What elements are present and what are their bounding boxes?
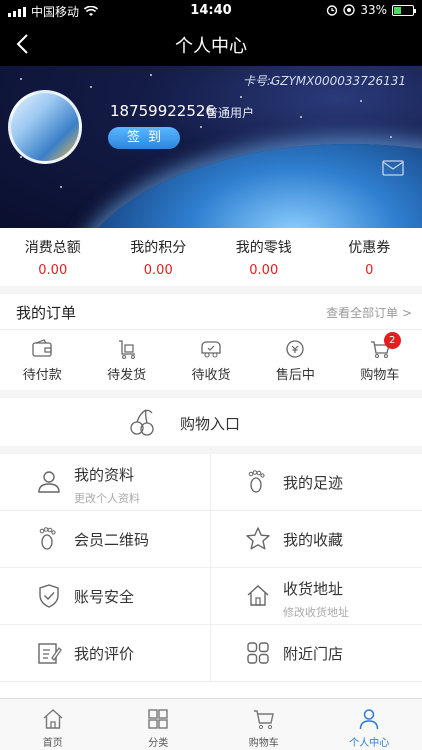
stat-change[interactable]: 我的零钱 0.00	[211, 228, 317, 286]
orders-section: 我的订单 查看全部订单 > 待付款 待发货 待收货 售后中 2 购物车	[0, 294, 422, 390]
footprint-icon	[248, 470, 265, 493]
tab-cart[interactable]: 购物车	[211, 699, 317, 750]
user-icon	[38, 471, 60, 493]
menu-label: 账号安全	[74, 588, 135, 606]
page-title: 个人中心	[175, 36, 247, 57]
stat-label: 我的零钱	[235, 240, 292, 256]
cherries-icon	[130, 409, 154, 436]
user-level: 普通用户	[206, 106, 255, 120]
card-number: 卡号:GZYMX000033726131	[242, 74, 406, 88]
bottom-tab-bar: 首页 分类 购物车 个人中心	[0, 698, 422, 750]
tab-label: 购物车	[248, 738, 279, 749]
footprint-icon	[39, 527, 56, 550]
alarm-icon	[327, 5, 338, 16]
menu-label: 附近门店	[283, 645, 344, 663]
home-icon	[43, 709, 63, 729]
menu-my-profile[interactable]: 我的资料 更改个人资料	[0, 454, 211, 511]
order-status-label: 购物车	[360, 368, 400, 383]
account-stats: 消费总额 0.00 我的积分 0.00 我的零钱 0.00 优惠券 0	[0, 228, 422, 286]
order-status-label: 售后中	[275, 368, 315, 383]
cart-count-badge: 2	[383, 332, 401, 349]
menu-shipping-address[interactable]: 收货地址 修改收货地址	[211, 568, 422, 625]
stat-coupons[interactable]: 优惠券 0	[317, 228, 422, 286]
menu-sublabel: 修改收货地址	[283, 606, 349, 619]
menu-label: 我的足迹	[283, 474, 344, 492]
orders-header: 我的订单 查看全部订单 >	[0, 294, 422, 330]
store-grid-icon	[247, 642, 269, 664]
menu-label: 我的资料	[74, 466, 135, 484]
menu-grid: 我的资料 更改个人资料 我的足迹 会员二维码 我的收藏 账号安全 收货地址 修改…	[0, 454, 422, 698]
stat-value: 0.00	[143, 263, 173, 278]
checkin-button[interactable]: 签到	[108, 127, 180, 149]
cart-icon	[253, 710, 274, 730]
menu-my-reviews[interactable]: 我的评价	[0, 625, 211, 682]
user-phone: 18759922526	[110, 102, 215, 120]
stat-value: 0.00	[249, 263, 279, 278]
menu-account-security[interactable]: 账号安全	[0, 568, 211, 625]
person-icon	[360, 709, 379, 730]
battery-percent: 33%	[360, 3, 387, 17]
order-status-label: 待收货	[191, 368, 231, 383]
menu-label: 我的评价	[74, 645, 135, 663]
orders-title: 我的订单	[16, 304, 77, 322]
tab-profile[interactable]: 个人中心	[317, 699, 422, 750]
order-pending-receipt[interactable]: 待收货	[169, 330, 253, 388]
cart-package-icon	[118, 340, 135, 359]
mail-icon[interactable]	[382, 160, 404, 176]
order-pending-shipment[interactable]: 待发货	[84, 330, 168, 388]
home-icon	[247, 585, 269, 606]
shield-icon	[39, 584, 59, 608]
menu-label: 会员二维码	[74, 531, 150, 549]
grid-icon	[148, 709, 168, 729]
menu-nearby-stores[interactable]: 附近门店	[211, 625, 422, 682]
menu-label: 我的收藏	[283, 531, 344, 549]
order-status-label: 待发货	[107, 368, 147, 383]
tab-label: 分类	[148, 738, 169, 749]
order-status-label: 待付款	[22, 368, 62, 383]
location-icon	[343, 4, 355, 16]
star-icon	[246, 527, 270, 550]
profile-header: 卡号:GZYMX000033726131 18759922526 普通用户 签到	[0, 66, 422, 228]
tab-home[interactable]: 首页	[0, 699, 106, 750]
stat-label: 消费总额	[24, 240, 81, 256]
stat-points[interactable]: 我的积分 0.00	[106, 228, 212, 286]
menu-my-favorites[interactable]: 我的收藏	[211, 511, 422, 568]
menu-my-footprint[interactable]: 我的足迹	[211, 454, 422, 511]
order-status-row: 待付款 待发货 待收货 售后中 2 购物车	[0, 330, 422, 388]
battery-icon	[392, 4, 416, 16]
shopping-entry-label: 购物入口	[180, 415, 241, 433]
order-pending-payment[interactable]: 待付款	[0, 330, 84, 388]
shopping-entry[interactable]: 购物入口	[0, 398, 422, 446]
stat-label: 优惠券	[348, 240, 391, 256]
stat-value: 0	[365, 263, 374, 278]
status-bar: 中国移动 14:40 33%	[0, 0, 422, 22]
menu-sublabel: 更改个人资料	[74, 492, 140, 505]
refund-icon	[286, 340, 305, 358]
menu-member-qrcode[interactable]: 会员二维码	[0, 511, 211, 568]
view-all-orders-link[interactable]: 查看全部订单 >	[326, 304, 412, 321]
tab-label: 首页	[42, 738, 63, 749]
edit-icon	[38, 643, 62, 664]
order-shopping-cart[interactable]: 2 购物车	[338, 330, 422, 388]
stat-label: 我的积分	[130, 240, 187, 256]
nav-bar: 个人中心	[0, 22, 422, 66]
wallet-icon	[32, 339, 52, 357]
tab-label: 个人中心	[349, 738, 390, 749]
delivery-truck-icon	[201, 341, 221, 358]
tab-category[interactable]: 分类	[106, 699, 212, 750]
stat-value: 0.00	[38, 263, 68, 278]
order-after-sales[interactable]: 售后中	[253, 330, 337, 388]
stat-total-spent[interactable]: 消费总额 0.00	[0, 228, 106, 286]
avatar[interactable]	[8, 90, 82, 164]
menu-label: 收货地址	[283, 580, 344, 598]
